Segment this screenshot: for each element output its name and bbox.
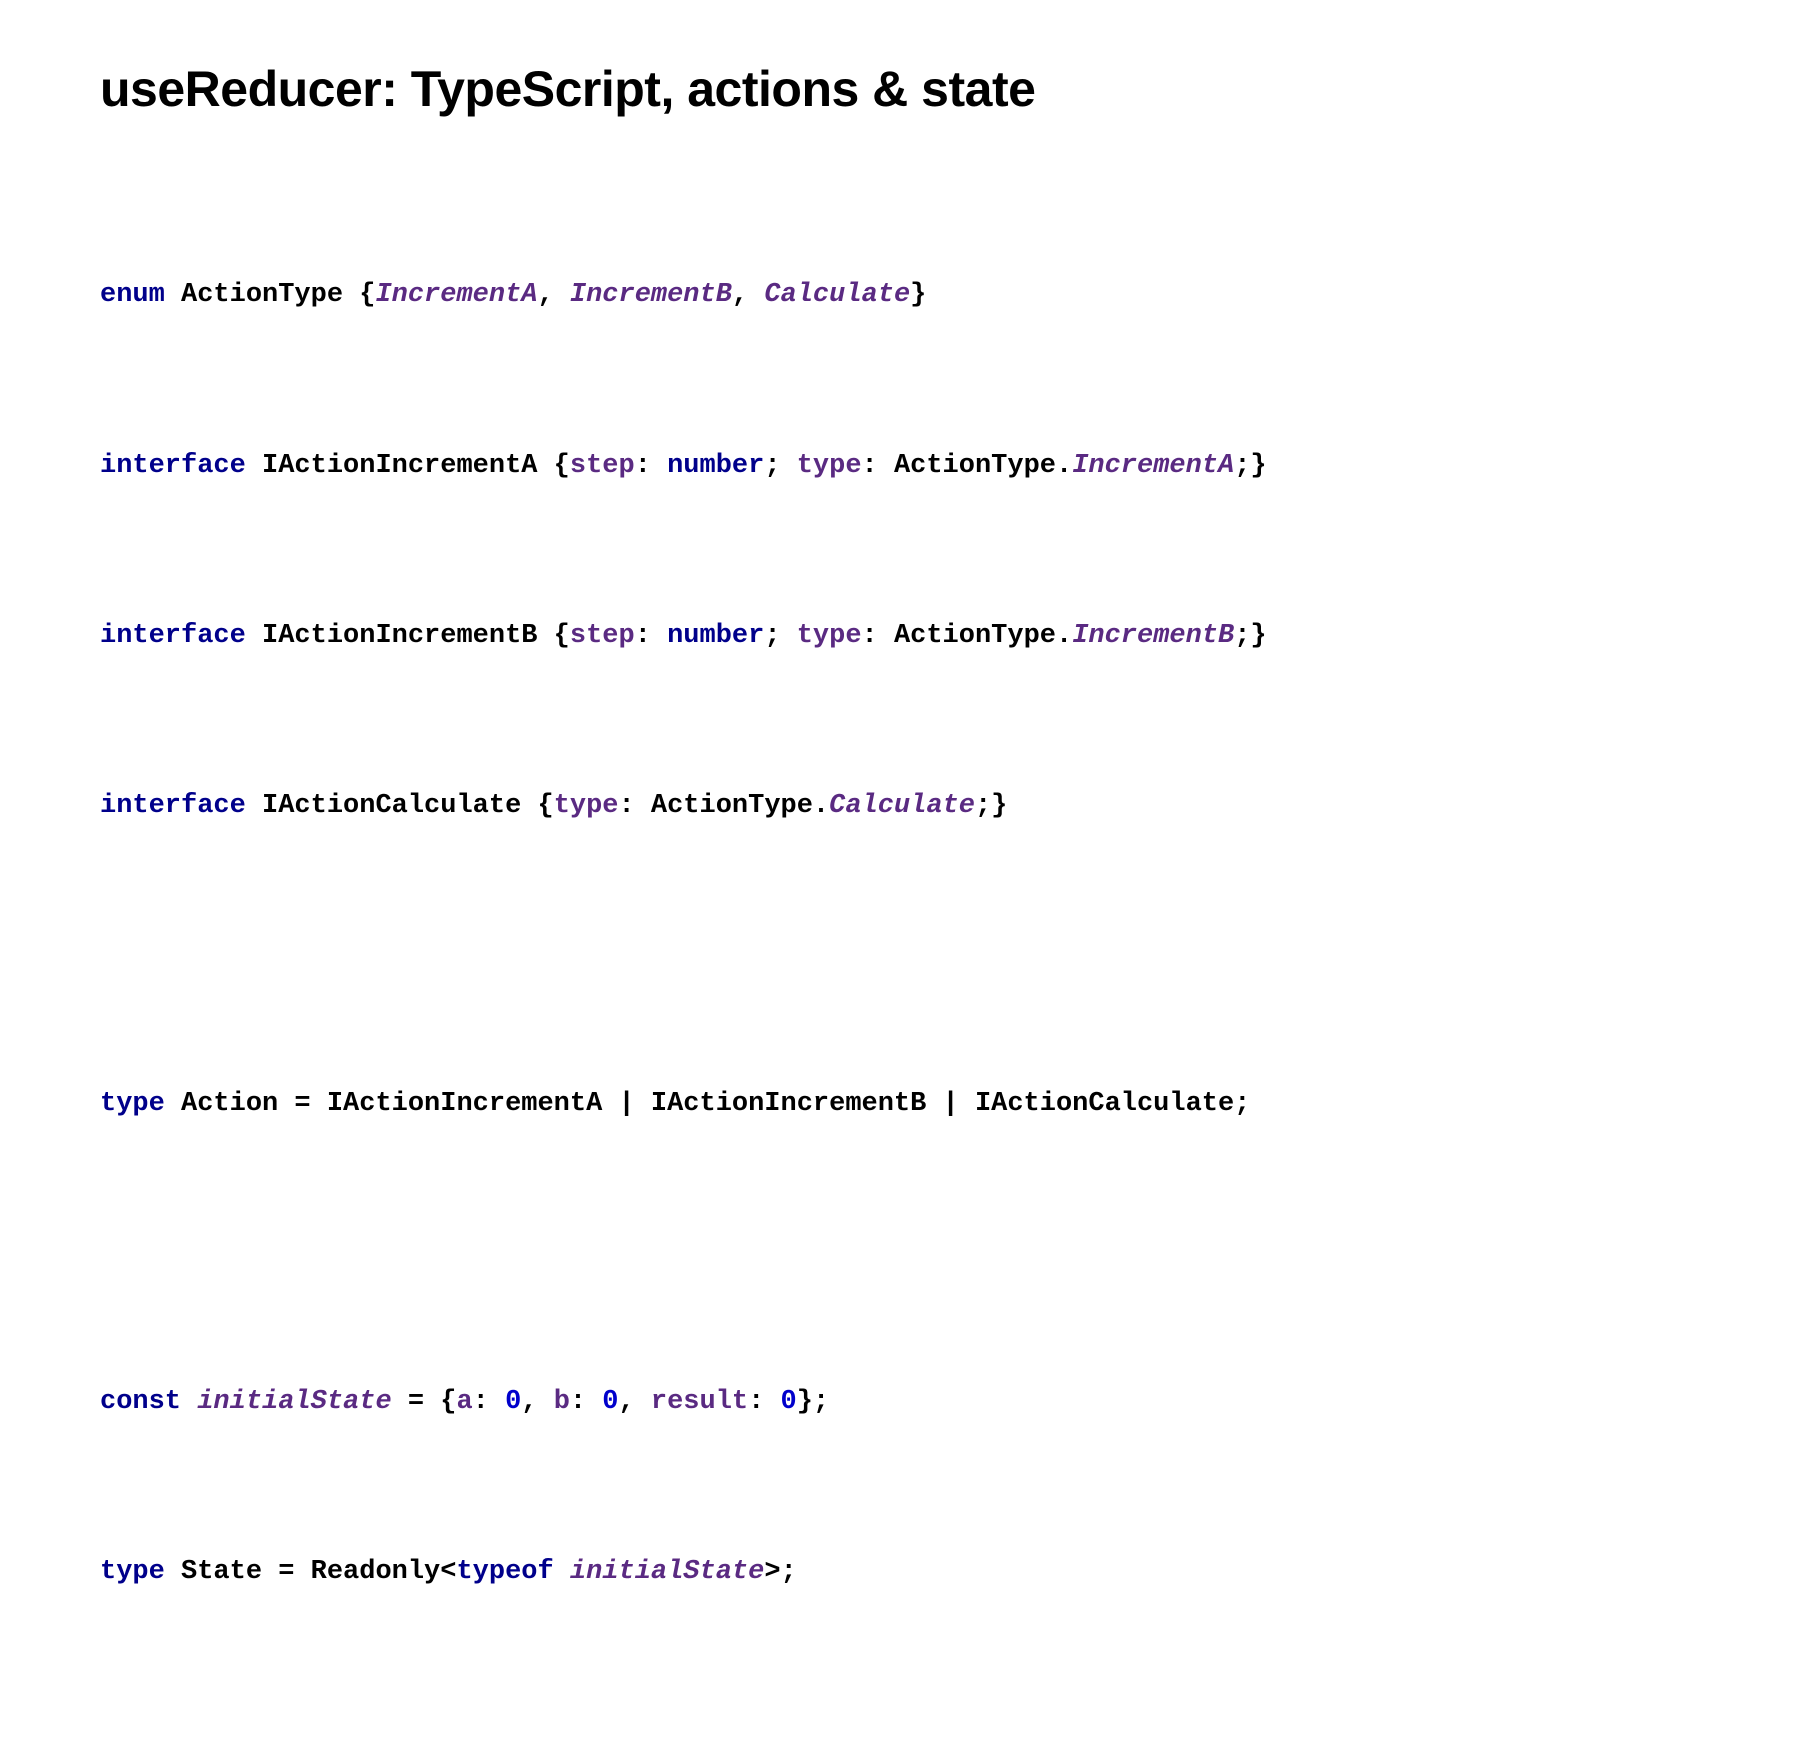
text: , — [732, 280, 764, 310]
text: }; — [797, 1387, 829, 1417]
text: State = Readonly< — [165, 1557, 457, 1587]
text — [181, 1387, 197, 1417]
prop-name: type — [797, 621, 862, 651]
slide-title: useReducer: TypeScript, actions & state — [100, 60, 1700, 118]
code-line-4: interface IActionCalculate {type: Action… — [100, 789, 1700, 824]
enum-ref: IncrementA — [1072, 451, 1234, 481]
text: , — [619, 1387, 651, 1417]
keyword-enum: enum — [100, 280, 165, 310]
text: ; — [764, 451, 796, 481]
prop-name: type — [554, 791, 619, 821]
code-block: enum ActionType {IncrementA, IncrementB,… — [100, 208, 1700, 1690]
text: } — [910, 280, 926, 310]
code-line-6: const initialState = {a: 0, b: 0, result… — [100, 1385, 1700, 1420]
identifier: initialState — [570, 1557, 764, 1587]
prop-name: step — [570, 451, 635, 481]
code-line-2: interface IActionIncrementA {step: numbe… — [100, 449, 1700, 484]
keyword-interface: interface — [100, 621, 246, 651]
text: : — [748, 1387, 780, 1417]
enum-member: IncrementB — [570, 280, 732, 310]
text: : — [473, 1387, 505, 1417]
text: : — [635, 621, 667, 651]
enum-member: Calculate — [764, 280, 910, 310]
text: IActionIncrementB { — [246, 621, 570, 651]
text: : ActionType. — [619, 791, 830, 821]
text: = { — [392, 1387, 457, 1417]
code-line-7: type State = Readonly<typeof initialStat… — [100, 1555, 1700, 1590]
blank-line — [100, 960, 1700, 982]
prop-name: step — [570, 621, 635, 651]
keyword-interface: interface — [100, 451, 246, 481]
blank-line — [100, 1257, 1700, 1279]
keyword-typeof: typeof — [456, 1557, 553, 1587]
text: ;} — [975, 791, 1007, 821]
text: : ActionType. — [862, 451, 1073, 481]
enum-member: IncrementA — [375, 280, 537, 310]
type-number: number — [667, 621, 764, 651]
prop-name: type — [797, 451, 862, 481]
text: IActionIncrementA { — [246, 451, 570, 481]
text: Action = IActionIncrementA | IActionIncr… — [165, 1089, 1251, 1119]
text — [554, 1557, 570, 1587]
prop-name: result — [651, 1387, 748, 1417]
slide: useReducer: TypeScript, actions & state … — [0, 0, 1800, 1744]
text: , — [537, 280, 569, 310]
enum-ref: IncrementB — [1072, 621, 1234, 651]
type-number: number — [667, 451, 764, 481]
text: : — [570, 1387, 602, 1417]
code-line-1: enum ActionType {IncrementA, IncrementB,… — [100, 278, 1700, 313]
text: : ActionType. — [862, 621, 1073, 651]
number-literal: 0 — [781, 1387, 797, 1417]
enum-ref: Calculate — [829, 791, 975, 821]
text: ; — [764, 621, 796, 651]
text: >; — [764, 1557, 796, 1587]
code-line-5: type Action = IActionIncrementA | IActio… — [100, 1087, 1700, 1122]
prop-name: b — [554, 1387, 570, 1417]
keyword-const: const — [100, 1387, 181, 1417]
code-line-3: interface IActionIncrementB {step: numbe… — [100, 619, 1700, 654]
keyword-interface: interface — [100, 791, 246, 821]
identifier: initialState — [197, 1387, 391, 1417]
text: IActionCalculate { — [246, 791, 554, 821]
number-literal: 0 — [505, 1387, 521, 1417]
text: : — [635, 451, 667, 481]
text: ;} — [1234, 451, 1266, 481]
text: , — [521, 1387, 553, 1417]
text: ActionType { — [165, 280, 376, 310]
prop-name: a — [456, 1387, 472, 1417]
text: ;} — [1234, 621, 1266, 651]
keyword-type: type — [100, 1089, 165, 1119]
keyword-type: type — [100, 1557, 165, 1587]
number-literal: 0 — [602, 1387, 618, 1417]
